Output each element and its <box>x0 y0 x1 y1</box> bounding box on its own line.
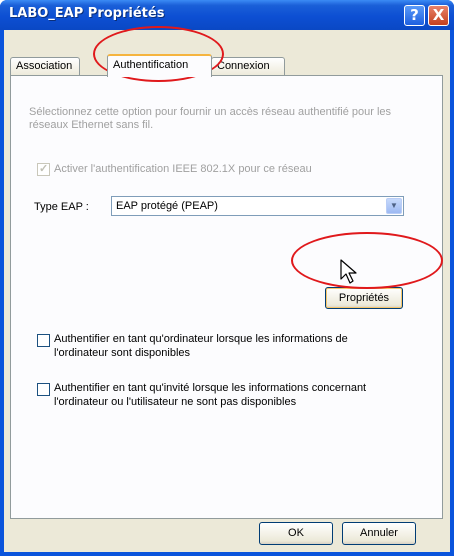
eap-type-label: Type EAP : <box>34 201 89 213</box>
dialog-client-area: Association Authentification Connexion S… <box>4 30 450 552</box>
help-button[interactable]: ? <box>404 5 425 26</box>
mouse-cursor-icon <box>340 259 357 284</box>
enable-8021x-label: Activer l'authentification IEEE 802.1X p… <box>54 163 312 175</box>
tab-association[interactable]: Association <box>10 57 80 76</box>
auth-as-guest-label-line1: Authentifier en tant qu'invité lorsque l… <box>54 382 367 394</box>
authentication-tab-panel: Sélectionnez cette option pour fournir u… <box>10 75 443 519</box>
properties-button[interactable]: Propriétés <box>325 287 403 309</box>
chevron-down-icon[interactable]: ▼ <box>386 198 402 214</box>
window-title: LABO_EAP Propriétés <box>9 6 165 21</box>
eap-type-select[interactable]: EAP protégé (PEAP) ▼ <box>111 196 404 216</box>
enable-8021x-checkbox[interactable] <box>37 162 50 176</box>
tab-connexion[interactable]: Connexion <box>211 57 285 76</box>
auth-as-computer-label-line2: l'ordinateur sont disponibles <box>54 347 191 359</box>
cancel-button[interactable]: Annuler <box>342 522 416 545</box>
title-bar[interactable]: LABO_EAP Propriétés ? X <box>0 0 454 30</box>
auth-as-computer-label-line1: Authentifier en tant qu'ordinateur lorsq… <box>54 333 348 345</box>
eap-type-value: EAP protégé (PEAP) <box>116 200 218 212</box>
dialog-window: LABO_EAP Propriétés ? X Association Auth… <box>0 0 454 556</box>
description-text: Sélectionnez cette option pour fournir u… <box>29 106 392 131</box>
auth-as-guest-label-line2: l'ordinateur ou l'utilisateur ne sont pa… <box>54 396 297 408</box>
auth-as-computer-checkbox[interactable] <box>37 334 50 347</box>
ok-button[interactable]: OK <box>259 522 333 545</box>
auth-as-guest-checkbox[interactable] <box>37 383 50 396</box>
close-button[interactable]: X <box>428 5 449 26</box>
tab-authentification[interactable]: Authentification <box>107 54 212 77</box>
